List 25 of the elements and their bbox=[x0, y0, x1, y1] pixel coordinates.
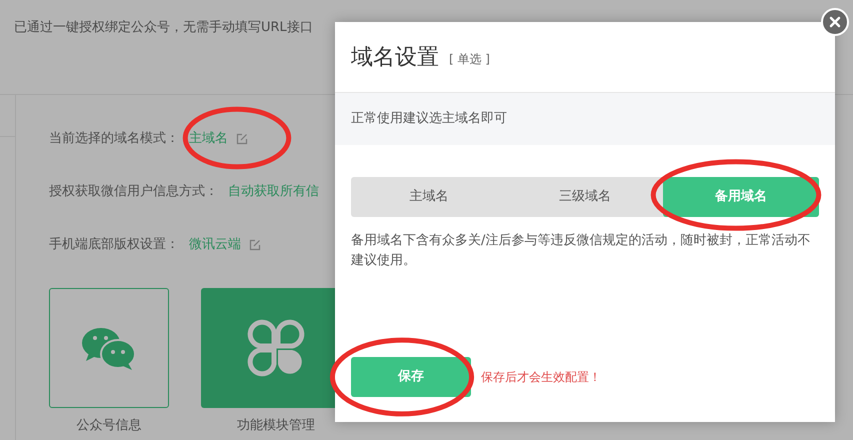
edit-icon[interactable] bbox=[249, 238, 261, 250]
setting-value[interactable]: 主域名 bbox=[189, 128, 228, 148]
save-button[interactable]: 保存 bbox=[351, 357, 471, 397]
tile-label: 功能模块管理 bbox=[237, 417, 315, 435]
chat-bubbles-icon bbox=[81, 325, 137, 371]
setting-value[interactable]: 自动获取所有信 bbox=[228, 182, 319, 202]
setting-label: 授权获取微信用户信息方式： bbox=[49, 182, 218, 201]
tip-text: 正常使用建议选主域名即可 bbox=[351, 110, 507, 128]
domain-option[interactable]: 三级域名 bbox=[507, 177, 663, 217]
setting-label: 手机端底部版权设置： bbox=[49, 236, 179, 254]
close-button[interactable] bbox=[821, 8, 849, 36]
account-tile[interactable] bbox=[49, 288, 169, 408]
save-note: 保存后才会生效配置！ bbox=[481, 369, 601, 386]
close-icon bbox=[829, 16, 841, 28]
setting-label: 当前选择的域名模式： bbox=[49, 130, 179, 148]
tile-label: 公众号信息 bbox=[76, 417, 142, 435]
edit-icon[interactable] bbox=[236, 132, 248, 144]
dialog-tag: [ 单选 ] bbox=[449, 50, 490, 68]
domain-option[interactable]: 主域名 bbox=[351, 177, 507, 217]
setting-value[interactable]: 微讯云端 bbox=[189, 234, 241, 254]
domain-option[interactable]: 备用域名 bbox=[663, 177, 819, 217]
description-text: 备用域名下含有众多关/注后参与等违反微信规定的活动，随时被封，正常活动不建议使用。 bbox=[351, 232, 812, 270]
notice-text: 已通过一键授权绑定公众号，无需手动填写URL接口 bbox=[14, 20, 313, 35]
dialog-title: 域名设置 bbox=[351, 44, 439, 72]
clover-icon bbox=[246, 318, 306, 378]
